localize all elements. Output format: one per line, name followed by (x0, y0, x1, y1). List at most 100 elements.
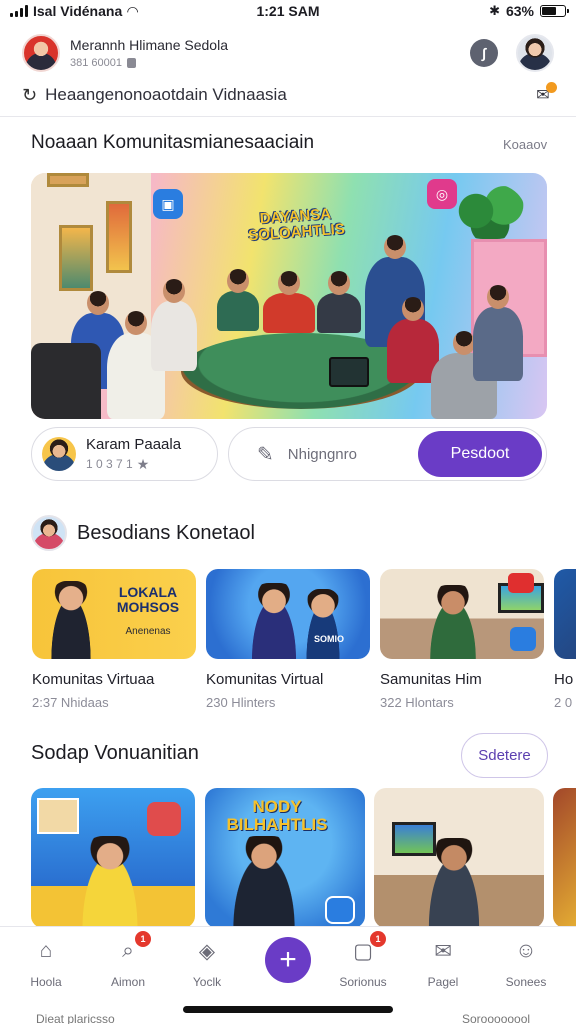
nav-item-messages[interactable]: ✉ Pagel (403, 937, 483, 990)
section3-select-button[interactable]: Sdetere (461, 733, 548, 778)
community-card-title: Samunitas Him (380, 671, 482, 688)
profile-pill[interactable]: Karam Paaala 1 0 3 7 1 ★ (31, 427, 218, 481)
hero-painting (106, 201, 132, 273)
chat-bubble-icon (325, 896, 355, 924)
hero-plant (455, 183, 525, 239)
hero-painting (59, 225, 93, 291)
nav-label: Sonees (505, 975, 547, 989)
home-icon: ⌂ (39, 939, 53, 962)
lock-icon (127, 58, 136, 68)
community-card-carousel[interactable]: LOKALA MOHSOS Anenenas Komunitas Virtuaa… (32, 569, 576, 719)
profile-sub-text: 1 0 3 7 1 (86, 457, 133, 471)
post-button[interactable]: Pesdoot (418, 431, 542, 477)
youtube-icon (508, 573, 534, 593)
card-person (46, 581, 96, 659)
create-post-button[interactable]: + (265, 937, 311, 983)
battery-percent: 63% (505, 3, 534, 19)
suggested-card[interactable] (374, 788, 544, 928)
location-text: Heaangenonoaotdain Vidnaasia (45, 85, 287, 104)
nav-label: Sorionus (339, 975, 387, 989)
hero-painting (47, 173, 89, 187)
signal-icon (10, 5, 28, 17)
community-card-thumbnail (554, 569, 576, 659)
card-art-sub: Anenenas (125, 626, 171, 637)
profile-avatar (42, 437, 76, 471)
shield-icon: ◈ (198, 939, 216, 963)
community-card-thumbnail: LOKALA MOHSOS Anenenas (32, 569, 196, 659)
profile-pill-text: Karam Paaala 1 0 3 7 1 ★ (86, 436, 181, 473)
pencil-icon: ✎ (257, 443, 274, 466)
suggested-card-carousel[interactable]: NODY BILHAHTLIS (31, 788, 576, 928)
nav-label: Yoclk (192, 975, 222, 989)
notification-dot (546, 82, 557, 93)
community-card-title: Ho (554, 671, 574, 688)
composer-placeholder[interactable]: Nhigngnro (288, 446, 357, 463)
nav-item-groups[interactable]: ◈ Yoclk (167, 937, 247, 990)
community-card-members: 2 0 (554, 695, 573, 710)
community-card-members: 322 Hlontars (380, 695, 454, 710)
message-icon: ✉ (434, 939, 452, 963)
profile-icon: ☺ (515, 939, 537, 962)
community-card-title: Komunitas Virtuaa (32, 671, 155, 688)
community-name: Merannh Hlimane Sedola (70, 37, 228, 53)
hero-person (263, 271, 315, 333)
nav-item-chat[interactable]: ▢ 1 Sorionus (323, 931, 403, 989)
home-indicator[interactable] (183, 1006, 393, 1013)
search-icon: ⌕ 1 (114, 931, 151, 965)
card-person (75, 836, 145, 928)
nav-item-search[interactable]: ⌕ 1 Aimon (88, 931, 168, 989)
hero-person (217, 269, 259, 331)
bottom-cut-text-right: Soroooooool (462, 1012, 531, 1024)
suggested-card[interactable] (31, 788, 195, 928)
post-composer[interactable]: ✎ Nhigngnro Pesdoot (228, 427, 547, 481)
hero-title-art: DAYANSA SOLOAHTLIS (247, 205, 346, 245)
hero-sofa (31, 343, 101, 419)
carrier-name: Isal Vidénana (33, 3, 123, 19)
community-card[interactable]: LOKALA MOHSOS Anenenas Komunitas Virtuaa… (32, 569, 196, 710)
wifi-icon: ◠ (127, 2, 139, 19)
status-right: ✱ 63% (489, 3, 569, 19)
community-card-title: Komunitas Virtual (206, 671, 324, 688)
bottom-cut-text-left: Dieat plaricsso (36, 1012, 115, 1024)
nav-item-profile[interactable]: ☺ Sonees (486, 937, 566, 989)
battery-fill (542, 7, 556, 15)
hero-person (151, 279, 197, 371)
notification-icon[interactable]: ✉ (532, 82, 557, 106)
community-avatar[interactable] (22, 34, 60, 72)
featured-see-all-link[interactable]: Koaaov (503, 137, 547, 152)
community-card-members: 2:37 Nhidaas (32, 695, 109, 710)
community-card[interactable]: Ho 2 0 (554, 569, 576, 710)
chat-bubble-icon (510, 627, 536, 651)
nav-label: Pagel (427, 975, 459, 989)
header-text: Merannh Hlimane Sedola 381 60001 (70, 37, 228, 69)
community-card-members: 230 Hlinters (206, 695, 276, 710)
header-divider (0, 116, 576, 117)
location-row[interactable]: ↻ Heaangenonoaotdain Vidnaasia ✉ (22, 82, 557, 108)
hero-person (317, 271, 361, 333)
nav-item-home[interactable]: ⌂ Hoola (6, 937, 86, 989)
chat-bubble-icon: ▣ (153, 189, 183, 219)
community-card[interactable]: Samunitas Him 322 Hlontars (380, 569, 544, 710)
nav-label: Aimon (110, 975, 145, 989)
user-avatar[interactable] (516, 34, 554, 72)
featured-hero-image[interactable]: DAYANSA SOLOAHTLIS ▣ ◎ (31, 173, 547, 419)
card-person (422, 838, 486, 928)
community-card[interactable]: SOMIO Komunitas Virtual 230 Hlinters (206, 569, 370, 710)
suggested-card[interactable] (553, 788, 576, 928)
battery-icon (540, 5, 569, 17)
status-bar: Isal Vidénana ◠ 1:21 SAM ✱ 63% (0, 0, 576, 22)
card-art-text: LOKALA MOHSOS (116, 584, 180, 615)
card-photo (37, 798, 79, 834)
card-person (246, 583, 302, 659)
header-actions: ∫ (470, 34, 554, 72)
section2-title: Besodians Konetaol (77, 521, 255, 544)
community-sub-text: 381 60001 (70, 57, 122, 69)
instagram-icon: ◎ (427, 179, 457, 209)
refresh-icon: ↻ (22, 84, 38, 105)
suggested-card[interactable]: NODY BILHAHTLIS (205, 788, 365, 928)
hero-tablet (329, 357, 369, 387)
profile-sub: 1 0 3 7 1 ★ (86, 456, 181, 473)
messenger-icon[interactable]: ∫ (470, 39, 498, 67)
community-sub: 381 60001 (70, 57, 228, 69)
section3-title: Sodap Vonuanitian (31, 742, 199, 764)
